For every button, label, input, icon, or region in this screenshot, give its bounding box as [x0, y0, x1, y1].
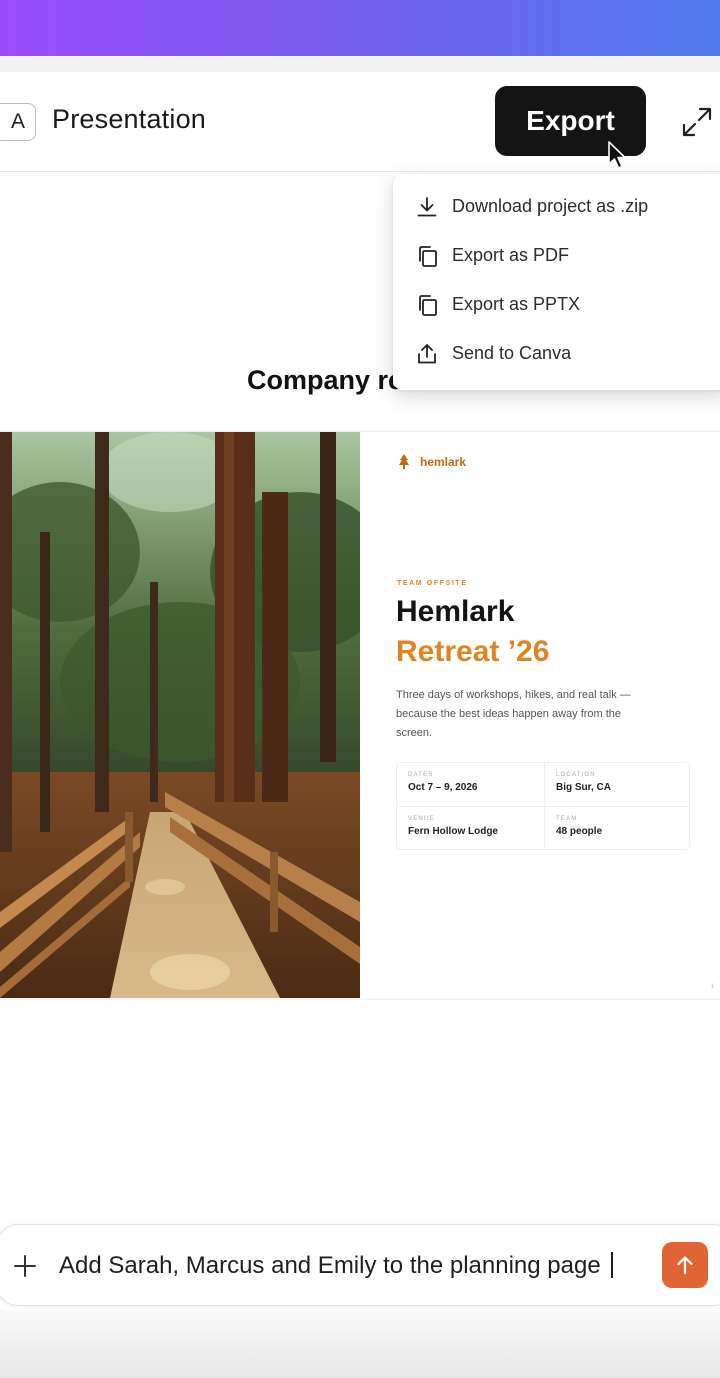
text-caret: [610, 1252, 613, 1278]
info-cell-venue: VENUE Fern Hollow Lodge: [397, 806, 543, 849]
slide-canvas: hemlark TEAM OFFSITE Hemlark Retreat ’26…: [0, 430, 720, 1000]
info-value: Oct 7 – 9, 2026: [408, 782, 478, 793]
info-value: Fern Hollow Lodge: [408, 826, 498, 837]
info-label: VENUE: [408, 816, 435, 822]
prompt-input[interactable]: Add Sarah, Marcus and Emily to the plann…: [59, 1252, 613, 1280]
slide-subtitle: Retreat ’26: [396, 635, 550, 668]
menu-item-download-zip[interactable]: Download project as .zip: [393, 182, 720, 231]
prompt-bar[interactable]: Add Sarah, Marcus and Emily to the plann…: [0, 1224, 720, 1306]
info-label: DATES: [408, 772, 434, 778]
tree-logo-icon: [399, 454, 409, 469]
event-info-card: DATES Oct 7 – 9, 2026 LOCATION Big Sur, …: [396, 762, 690, 850]
arrow-up-icon: [677, 1256, 693, 1275]
info-value: 48 people: [556, 826, 603, 837]
download-icon: [417, 196, 437, 216]
menu-item-export-pptx[interactable]: Export as PPTX: [393, 280, 720, 329]
info-cell-dates: DATES Oct 7 – 9, 2026: [397, 763, 543, 806]
slide-description: Three days of workshops, hikes, and real…: [396, 689, 631, 739]
slide-content: hemlark TEAM OFFSITE Hemlark Retreat ’26…: [362, 432, 720, 998]
slide[interactable]: hemlark TEAM OFFSITE Hemlark Retreat ’26…: [0, 432, 720, 998]
prompt-input-value: Add Sarah, Marcus and Emily to the plann…: [59, 1252, 601, 1279]
export-dropdown-menu: Download project as .zip Export as PDF E…: [393, 174, 720, 390]
share-upload-icon: [418, 343, 436, 363]
top-gap: [0, 56, 720, 72]
copy-icon: [419, 294, 437, 316]
menu-item-export-pdf[interactable]: Export as PDF: [393, 231, 720, 280]
app-logo-icon[interactable]: A: [0, 103, 36, 141]
app-window: A Presentation Export Download project a…: [0, 72, 720, 1372]
brand-name: hemlark: [420, 454, 467, 469]
app-logo-letter: A: [10, 110, 25, 133]
menu-item-label: Send to Canva: [452, 343, 572, 363]
info-cell-team: TEAM 48 people: [544, 806, 690, 849]
top-gradient-bar: [0, 0, 720, 56]
slide-eyebrow: TEAM OFFSITE: [397, 580, 468, 587]
header: A Presentation Export: [0, 72, 720, 172]
info-cell-location: LOCATION Big Sur, CA: [544, 763, 690, 806]
page-title: Presentation: [52, 104, 206, 134]
menu-item-send-to-canva[interactable]: Send to Canva: [393, 329, 720, 378]
slide-page-number: 1: [710, 984, 714, 990]
info-label: TEAM: [556, 816, 578, 822]
info-value: Big Sur, CA: [556, 782, 612, 793]
forest-photo: [0, 432, 360, 998]
plus-icon[interactable]: [13, 1254, 37, 1278]
brand: hemlark: [398, 454, 466, 469]
copy-icon: [419, 245, 437, 267]
bottom-area: [0, 1310, 720, 1378]
menu-item-label: Download project as .zip: [452, 196, 649, 216]
menu-item-label: Export as PDF: [452, 245, 570, 265]
mouse-pointer-icon: [608, 141, 626, 169]
menu-item-label: Export as PPTX: [452, 294, 581, 314]
slide-title: Hemlark: [396, 595, 515, 628]
send-button[interactable]: [662, 1242, 708, 1288]
expand-icon[interactable]: [680, 105, 714, 139]
info-label: LOCATION: [556, 772, 596, 778]
